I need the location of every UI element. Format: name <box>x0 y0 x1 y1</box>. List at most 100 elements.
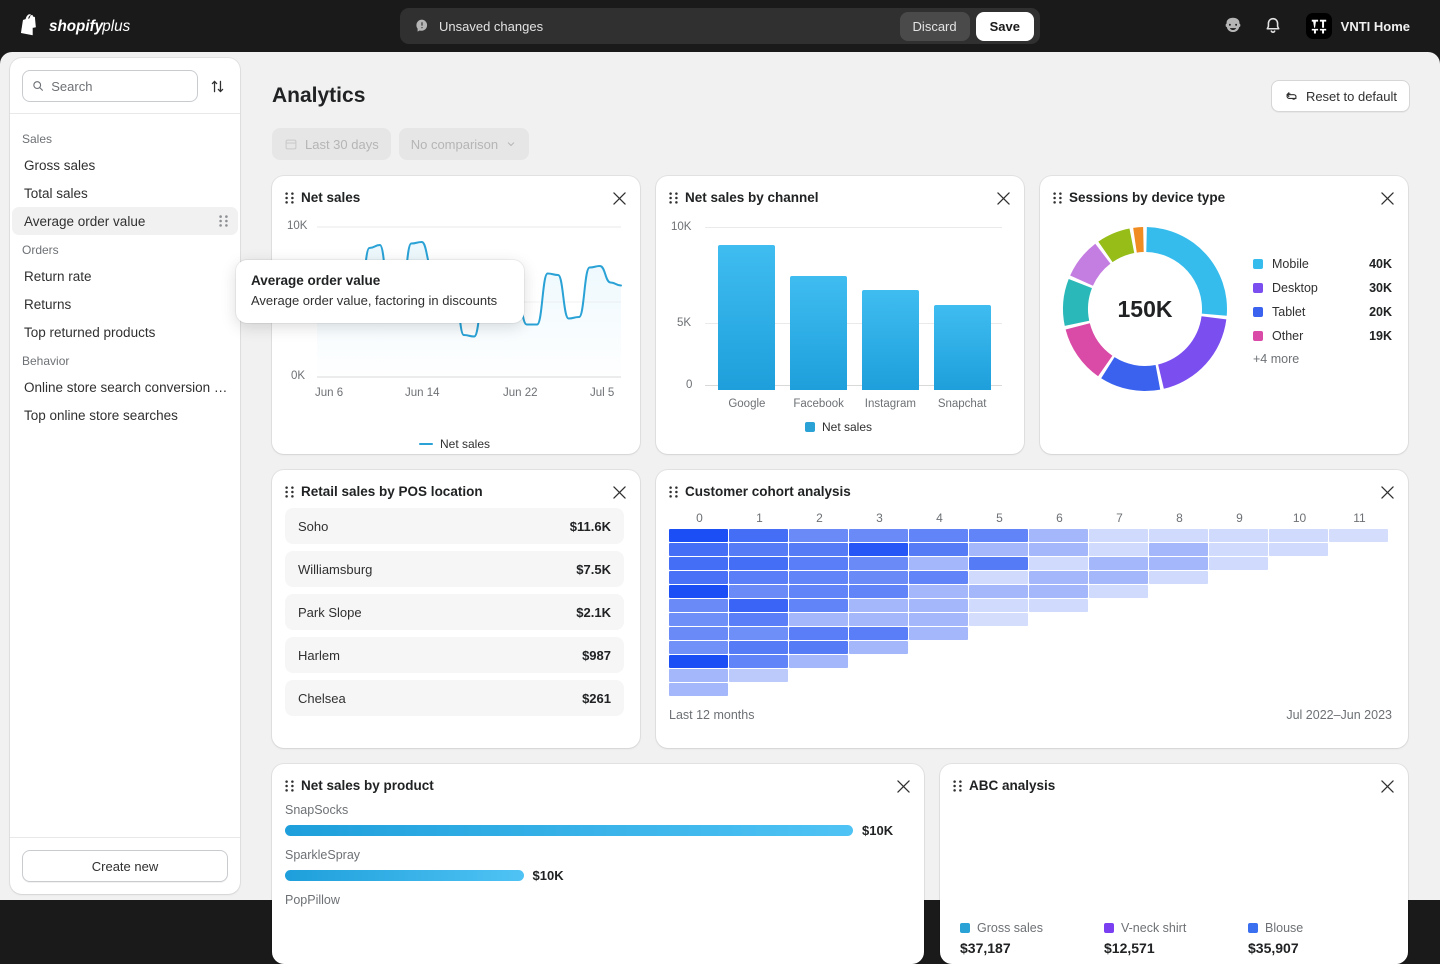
cohort-cell[interactable] <box>1029 599 1088 612</box>
cohort-cell[interactable] <box>1329 529 1388 542</box>
cohort-cell[interactable] <box>1269 543 1328 556</box>
sidebar-item-top-returned-products[interactable]: Top returned products <box>12 318 238 346</box>
close-icon[interactable] <box>1378 189 1396 207</box>
cohort-cell[interactable] <box>849 543 908 556</box>
cohort-cell[interactable] <box>909 585 968 598</box>
cohort-cell[interactable] <box>849 585 908 598</box>
pos-location-row[interactable]: Soho$11.6K <box>285 508 624 544</box>
cohort-cell[interactable] <box>969 557 1028 570</box>
close-icon[interactable] <box>610 189 628 207</box>
cohort-cell[interactable] <box>669 627 728 640</box>
cohort-cell[interactable] <box>849 529 908 542</box>
cohort-cell[interactable] <box>1029 585 1088 598</box>
cohort-cell[interactable] <box>729 641 788 654</box>
save-button[interactable]: Save <box>976 12 1034 41</box>
cohort-cell[interactable] <box>849 627 908 640</box>
drag-handle-icon[interactable] <box>953 780 962 792</box>
cohort-cell[interactable] <box>1029 529 1088 542</box>
sidebar-item-top-online-store-searches[interactable]: Top online store searches <box>12 401 238 429</box>
drag-handle-icon[interactable] <box>219 215 228 227</box>
cohort-cell[interactable] <box>969 599 1028 612</box>
pos-location-row[interactable]: Chelsea$261 <box>285 680 624 716</box>
cohort-cell[interactable] <box>669 557 728 570</box>
cohort-cell[interactable] <box>669 613 728 626</box>
cohort-cell[interactable] <box>789 557 848 570</box>
cohort-cell[interactable] <box>1029 571 1088 584</box>
face-mask-icon[interactable] <box>1222 15 1244 37</box>
cohort-cell[interactable] <box>909 627 968 640</box>
close-icon[interactable] <box>1378 483 1396 501</box>
cohort-cell[interactable] <box>849 641 908 654</box>
cohort-cell[interactable] <box>669 669 728 682</box>
cohort-cell[interactable] <box>729 543 788 556</box>
cohort-cell[interactable] <box>729 529 788 542</box>
cohort-cell[interactable] <box>789 529 848 542</box>
bar-snapchat[interactable] <box>934 305 991 390</box>
cohort-cell[interactable] <box>789 627 848 640</box>
sidebar-item-average-order-value[interactable]: Average order value <box>12 207 238 235</box>
sort-button[interactable] <box>206 75 228 97</box>
drag-handle-icon[interactable] <box>285 192 294 204</box>
reset-to-default-button[interactable]: Reset to default <box>1271 80 1410 112</box>
cohort-cell[interactable] <box>1149 557 1208 570</box>
legend-more-link[interactable]: +4 more <box>1253 352 1392 366</box>
sidebar-item-returns[interactable]: Returns <box>12 290 238 318</box>
cohort-cell[interactable] <box>669 571 728 584</box>
cohort-cell[interactable] <box>969 571 1028 584</box>
date-range-filter[interactable]: Last 30 days <box>272 128 391 160</box>
cohort-cell[interactable] <box>909 571 968 584</box>
shopify-plus-logo[interactable]: shopify plus <box>20 14 159 38</box>
cohort-cell[interactable] <box>1149 529 1208 542</box>
drag-handle-icon[interactable] <box>285 780 294 792</box>
cohort-cell[interactable] <box>849 557 908 570</box>
cohort-cell[interactable] <box>969 543 1028 556</box>
drag-handle-icon[interactable] <box>285 486 294 498</box>
search-input[interactable] <box>51 79 188 94</box>
cohort-cell[interactable] <box>669 585 728 598</box>
cohort-cell[interactable] <box>849 571 908 584</box>
sidebar-item-gross-sales[interactable]: Gross sales <box>12 151 238 179</box>
cohort-cell[interactable] <box>1269 529 1328 542</box>
comparison-filter[interactable]: No comparison <box>399 128 529 160</box>
cohort-cell[interactable] <box>669 655 728 668</box>
cohort-cell[interactable] <box>669 599 728 612</box>
cohort-cell[interactable] <box>1149 543 1208 556</box>
close-icon[interactable] <box>610 483 628 501</box>
bar-instagram[interactable] <box>862 290 919 390</box>
cohort-cell[interactable] <box>789 543 848 556</box>
cohort-cell[interactable] <box>849 613 908 626</box>
cohort-cell[interactable] <box>669 529 728 542</box>
cohort-cell[interactable] <box>669 683 728 696</box>
drag-handle-icon[interactable] <box>1053 192 1062 204</box>
cohort-cell[interactable] <box>1089 585 1148 598</box>
cohort-cell[interactable] <box>909 529 968 542</box>
cohort-cell[interactable] <box>1089 557 1148 570</box>
cohort-cell[interactable] <box>729 557 788 570</box>
cohort-cell[interactable] <box>789 613 848 626</box>
cohort-cell[interactable] <box>909 543 968 556</box>
cohort-cell[interactable] <box>1029 557 1088 570</box>
product-bar[interactable] <box>285 870 524 881</box>
cohort-cell[interactable] <box>1209 529 1268 542</box>
product-bar[interactable] <box>285 825 853 836</box>
cohort-cell[interactable] <box>729 599 788 612</box>
discard-button[interactable]: Discard <box>900 12 970 41</box>
cohort-cell[interactable] <box>789 585 848 598</box>
cohort-cell[interactable] <box>669 641 728 654</box>
sidebar-item-total-sales[interactable]: Total sales <box>12 179 238 207</box>
store-switcher[interactable]: VNTI Home <box>1302 9 1418 43</box>
pos-location-row[interactable]: Park Slope$2.1K <box>285 594 624 630</box>
cohort-cell[interactable] <box>729 655 788 668</box>
bar-google[interactable] <box>718 245 775 390</box>
create-new-button[interactable]: Create new <box>22 850 228 882</box>
cohort-cell[interactable] <box>1209 543 1268 556</box>
cohort-cell[interactable] <box>789 599 848 612</box>
close-icon[interactable] <box>1378 777 1396 795</box>
cohort-cell[interactable] <box>789 641 848 654</box>
cohort-cell[interactable] <box>729 571 788 584</box>
cohort-cell[interactable] <box>969 613 1028 626</box>
cohort-cell[interactable] <box>1089 529 1148 542</box>
cohort-cell[interactable] <box>969 529 1028 542</box>
cohort-cell[interactable] <box>909 599 968 612</box>
drag-handle-icon[interactable] <box>669 486 678 498</box>
